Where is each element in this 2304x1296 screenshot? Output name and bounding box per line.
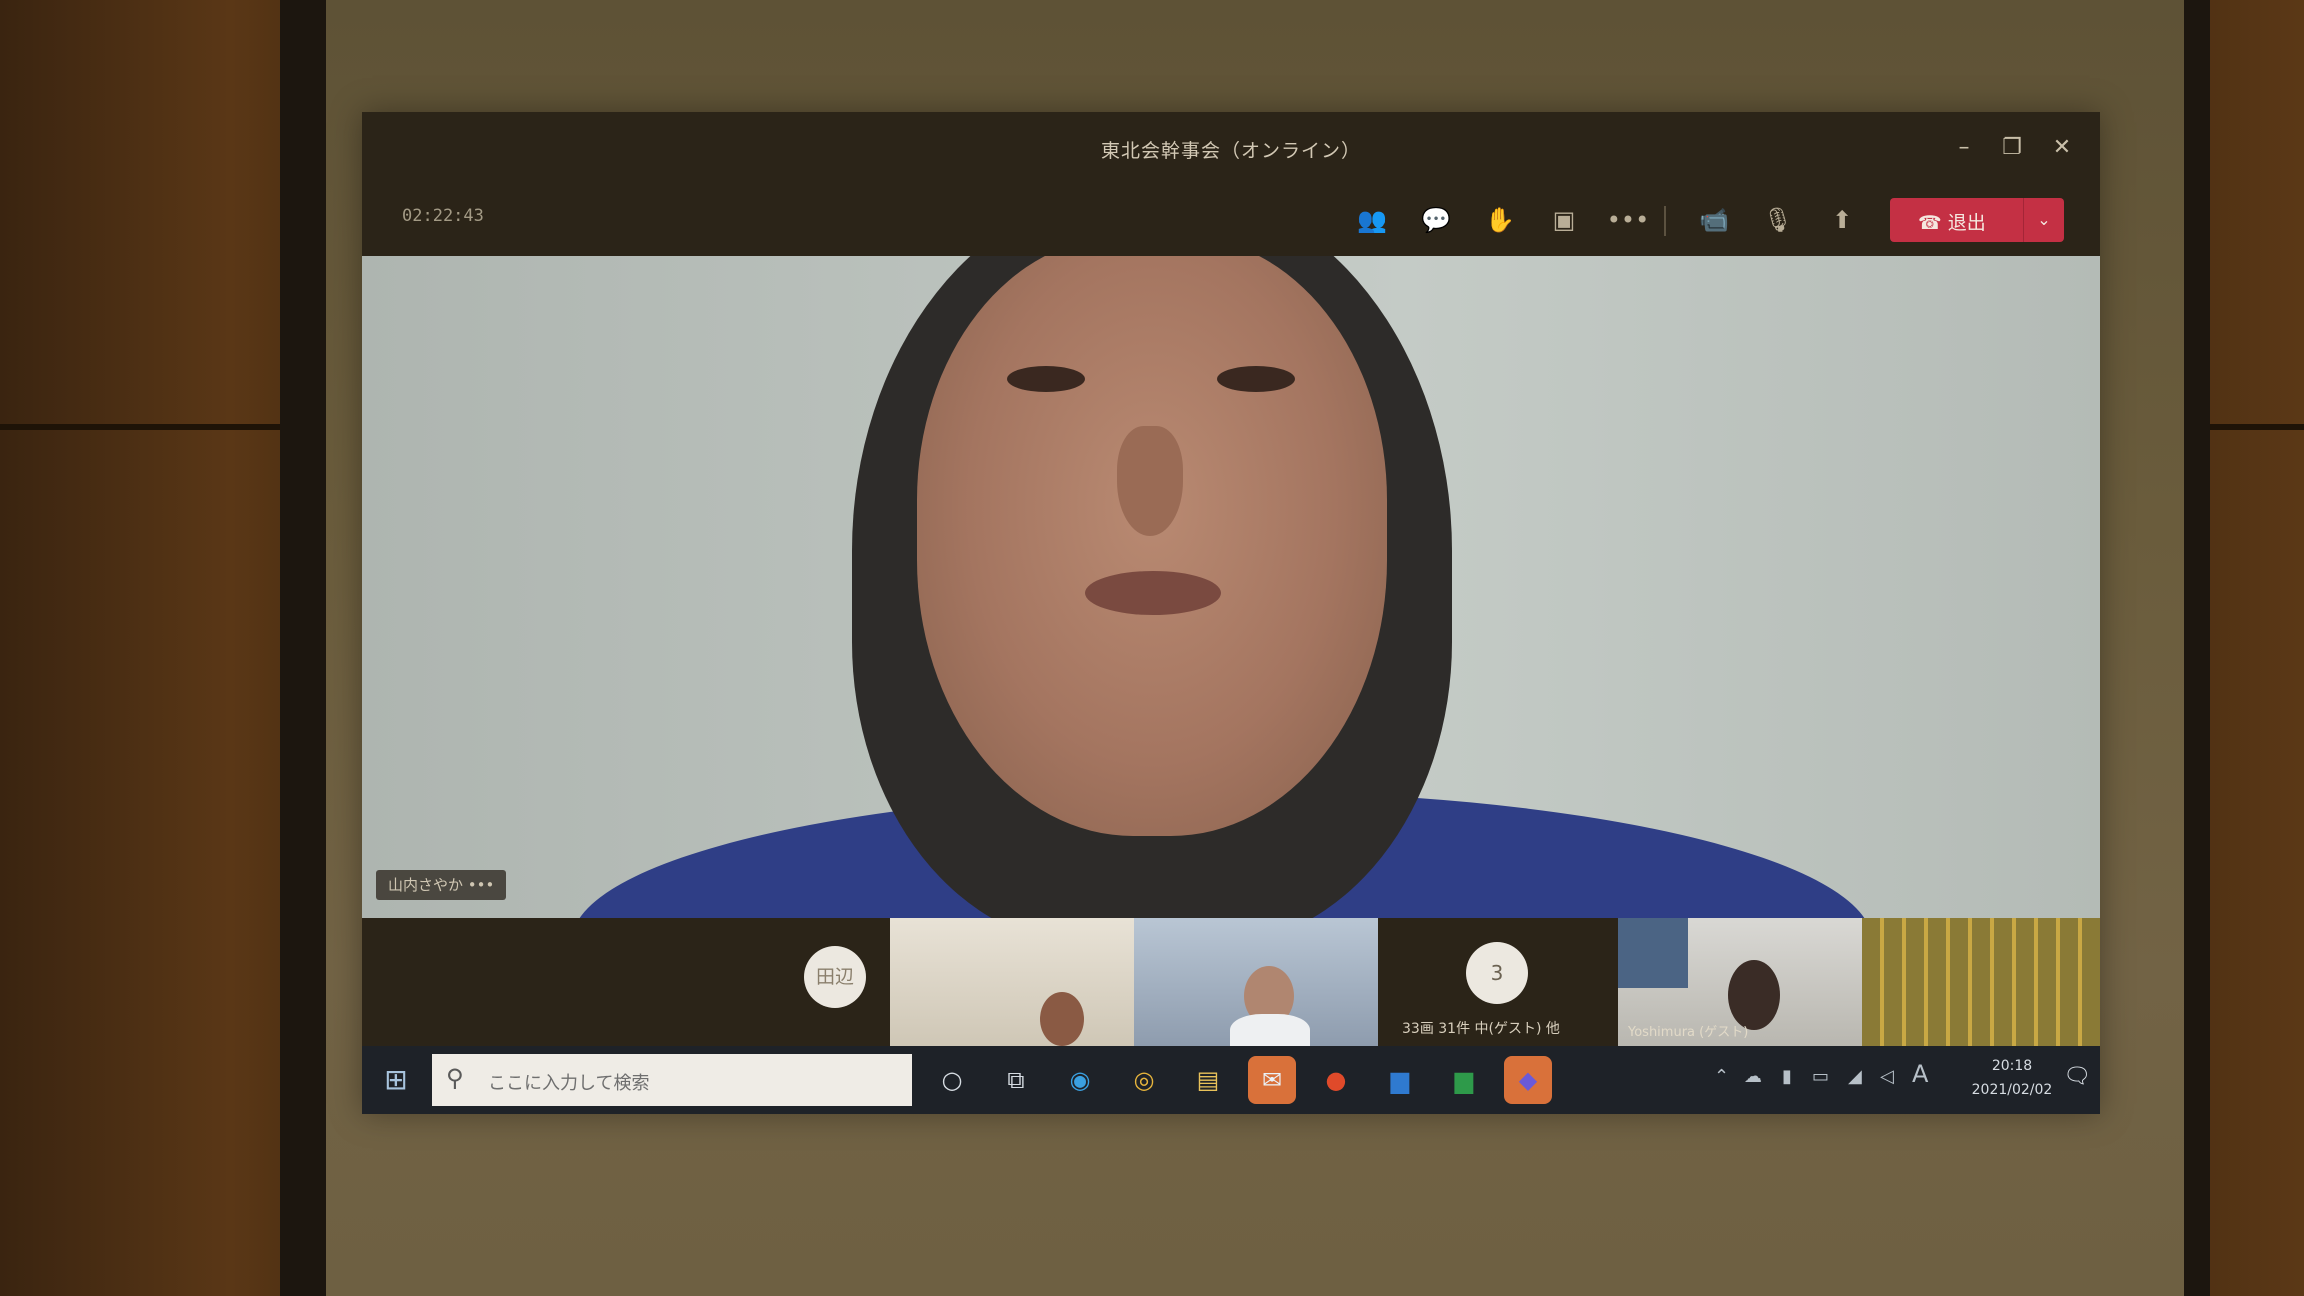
task-view-icon[interactable]: ⧉	[992, 1056, 1040, 1104]
window-title: 東北会幹事会（オンライン）	[1100, 140, 1361, 162]
leave-button[interactable]: ☎ 退出 ⌄	[1890, 198, 2064, 242]
close-button[interactable]: ✕	[2042, 130, 2082, 166]
participant-figure	[1040, 992, 1084, 1046]
more-actions-button[interactable]: •••	[1604, 198, 1652, 242]
chrome-icon[interactable]: ◎	[1120, 1056, 1168, 1104]
edge-icon[interactable]: ◉	[1056, 1056, 1104, 1104]
breakout-rooms-icon[interactable]: ▣	[1540, 198, 1588, 242]
windows-start-icon[interactable]: ⊞	[376, 1060, 416, 1100]
participant-figure	[1728, 960, 1780, 1030]
teams-icon[interactable]: ◆	[1504, 1056, 1552, 1104]
search-placeholder: ここに入力して検索	[488, 1073, 650, 1094]
meeting-toolbar: 02:22:43 👥 💬 ✋ ▣ ••• 📹 🎙 ⬆	[362, 184, 2100, 256]
overflow-participants-count[interactable]: 3	[1466, 942, 1528, 1004]
teams-meeting-window: 東北会幹事会（オンライン） – ❐ ✕ 02:22:43 👥 💬 ✋ ▣ •••…	[362, 112, 2100, 1114]
usb-icon[interactable]: ▮	[1782, 1066, 1792, 1087]
participant-thumbnail[interactable]	[1134, 918, 1378, 1046]
file-explorer-icon[interactable]: ▤	[1184, 1056, 1232, 1104]
participants-icon[interactable]: 👥	[1348, 198, 1396, 242]
notification-center-icon[interactable]: 🗨	[2062, 1064, 2092, 1094]
speaker-more-icon[interactable]: •••	[468, 876, 495, 894]
minimize-button[interactable]: –	[1944, 130, 1984, 166]
meeting-timer: 02:22:43	[402, 206, 484, 226]
share-screen-icon[interactable]: ⬆	[1818, 198, 1866, 242]
onedrive-icon[interactable]: ☁	[1744, 1066, 1762, 1087]
network-icon[interactable]: ◢	[1848, 1066, 1862, 1087]
left-eye	[1007, 366, 1085, 392]
participant-thumbnail[interactable]: Yoshimura (ゲスト)	[1618, 918, 1862, 1046]
background-picture	[1618, 918, 1688, 988]
right-eye	[1217, 366, 1295, 392]
excel-icon[interactable]: ▆	[1440, 1056, 1488, 1104]
search-icon: ⚲	[446, 1064, 464, 1092]
cortana-icon[interactable]: ○	[928, 1056, 976, 1104]
overflow-participants-label: 33画 31件 中(ゲスト) 他	[1402, 1021, 1560, 1037]
clock-date: 2021/02/02	[1971, 1082, 2053, 1098]
mouth	[1085, 571, 1221, 615]
microphone-icon[interactable]: 🎙	[1754, 198, 1802, 242]
powerpoint-icon[interactable]: ●	[1312, 1056, 1360, 1104]
camera-icon[interactable]: 📹	[1690, 198, 1738, 242]
word-icon[interactable]: ▆	[1376, 1056, 1424, 1104]
ime-indicator[interactable]: A	[1912, 1060, 1928, 1088]
participant-name: Yoshimura (ゲスト)	[1628, 1025, 1749, 1040]
participant-figure	[1230, 1014, 1310, 1046]
taskbar-clock[interactable]: 20:18 2021/02/02	[1962, 1054, 2062, 1102]
speaker-face	[917, 256, 1387, 836]
main-speaker-video: 山内さやか •••	[362, 256, 2100, 918]
toolbar-divider	[1664, 206, 1666, 236]
title-bar: 東北会幹事会（オンライン） – ❐ ✕	[362, 112, 2100, 184]
nose	[1117, 426, 1183, 536]
clock-time: 20:18	[1991, 1058, 2033, 1074]
show-hidden-icons-icon[interactable]: ⌃	[1714, 1066, 1729, 1087]
participant-strip: 田辺 3 33画 31件 中(ゲスト) 他 Yoshimura (ゲスト)	[362, 918, 2100, 1046]
leave-label: ☎ 退出	[1918, 212, 1986, 234]
raise-hand-icon[interactable]: ✋	[1476, 198, 1524, 242]
battery-icon[interactable]: ▭	[1812, 1066, 1829, 1087]
chat-icon[interactable]: 💬	[1412, 198, 1460, 242]
speaker-name-badge: 山内さやか •••	[376, 870, 507, 900]
participant-thumbnail[interactable]	[890, 918, 1134, 1046]
leave-options-chevron-icon[interactable]: ⌄	[2023, 198, 2064, 242]
outlook-icon[interactable]: ✉	[1248, 1056, 1296, 1104]
taskbar-search-box[interactable]: ⚲ ここに入力して検索	[432, 1054, 912, 1106]
participant-avatar[interactable]: 田辺	[804, 946, 866, 1008]
windows-taskbar: ⊞ ⚲ ここに入力して検索 ○ ⧉ ◉ ◎ ▤ ✉ ● ▆ ▆ ◆ ⌃ ☁ ▮ …	[362, 1046, 2100, 1114]
volume-icon[interactable]: ◁	[1880, 1066, 1894, 1087]
participant-thumbnail[interactable]	[1862, 918, 2100, 1046]
maximize-button[interactable]: ❐	[1992, 130, 2032, 166]
speaker-name: 山内さやか	[388, 876, 464, 894]
